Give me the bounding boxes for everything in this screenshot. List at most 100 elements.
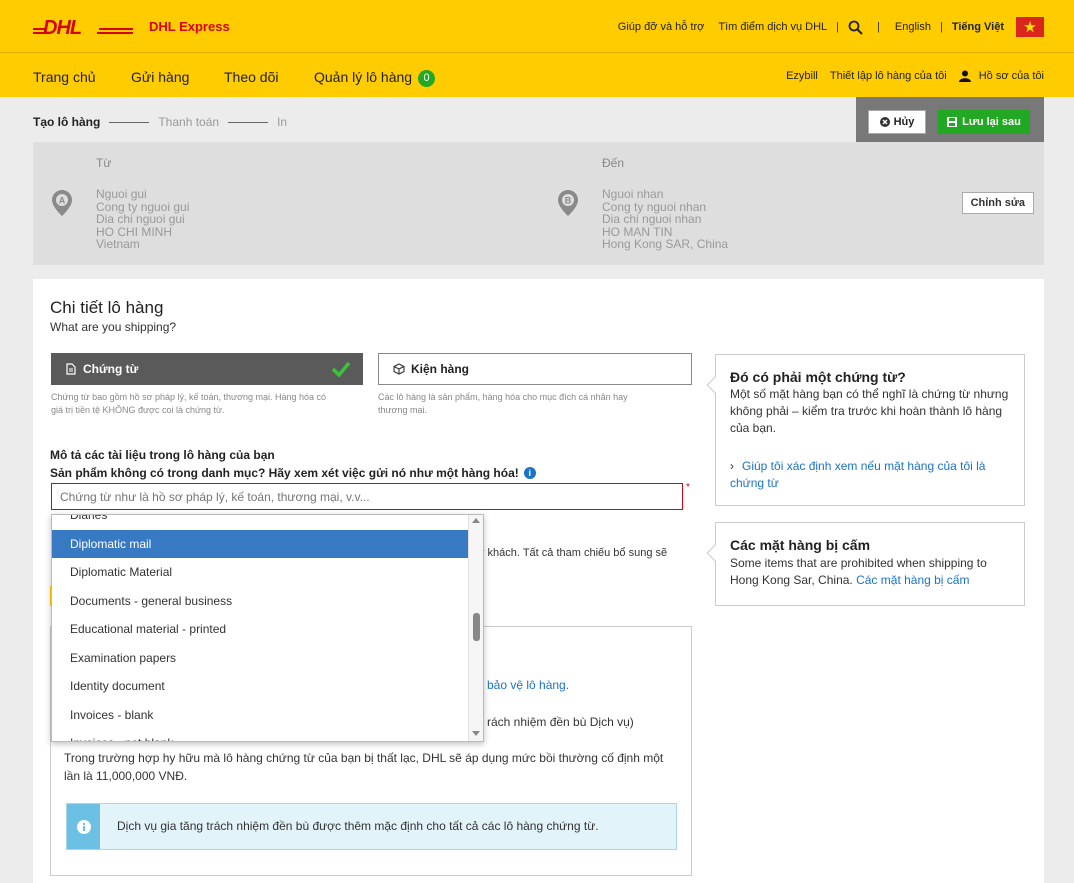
nav-home[interactable]: Trang chủ bbox=[33, 69, 96, 85]
chevron-right-icon: › bbox=[730, 459, 734, 473]
lang-vietnamese-link[interactable]: Tiếng Việt bbox=[952, 21, 1004, 33]
pin-b-icon: B bbox=[558, 190, 578, 216]
liability-text: rách nhiệm đền bù Dịch vụ) bbox=[487, 715, 634, 729]
vietnam-flag-icon bbox=[1016, 17, 1044, 37]
step-pay: Thanh toán bbox=[158, 115, 220, 129]
cancel-label: Hủy bbox=[893, 116, 915, 128]
dhl-logo[interactable]: DHL bbox=[33, 16, 135, 38]
step-divider bbox=[109, 121, 150, 123]
is-document-panel: Đó có phải một chứng từ? Một số mặt hàng… bbox=[706, 354, 1025, 506]
not-listed-label: Sản phẩm không có trong danh mục? Hãy xe… bbox=[50, 466, 536, 480]
describe-label: Mô tả các tài liệu trong lô hàng của bạn bbox=[50, 448, 275, 462]
package-icon bbox=[393, 363, 405, 375]
help-link-label: Giúp tôi xác định xem nếu mặt hàng của t… bbox=[730, 459, 986, 490]
close-icon bbox=[879, 117, 890, 127]
from-heading: Từ bbox=[96, 156, 112, 170]
is-document-help-link[interactable]: › Giúp tôi xác định xem nếu mặt hàng của … bbox=[730, 458, 1015, 492]
nav-manage-label: Quản lý lô hàng bbox=[314, 69, 413, 85]
svg-text:A: A bbox=[59, 196, 66, 206]
info-notice: Dịch vụ gia tăng trách nhiệm đền bù được… bbox=[66, 803, 677, 850]
dropdown-option[interactable]: Diplomatic Material bbox=[52, 558, 470, 587]
scrollbar-thumb[interactable] bbox=[473, 613, 480, 641]
from-address: Nguoi gui Cong ty nguoi gui Dia chi nguo… bbox=[96, 188, 189, 251]
package-description: Các lô hàng là sản phẩm, hàng hóa cho mụ… bbox=[378, 391, 628, 417]
top-bar: DHL DHL Express Giúp đỡ và hỗ trợ Tìm đi… bbox=[0, 0, 1074, 52]
documents-desc-line: Chứng từ bao gồm hồ sơ pháp lý, kế toán,… bbox=[51, 392, 327, 402]
step-divider bbox=[228, 121, 269, 123]
package-tile[interactable]: Kiện hàng bbox=[378, 353, 692, 385]
setup-link[interactable]: Thiết lập lô hàng của tôi bbox=[830, 70, 947, 82]
info-notice-icon bbox=[67, 804, 100, 849]
check-icon bbox=[331, 361, 351, 378]
step-create: Tạo lô hàng bbox=[33, 115, 101, 129]
svg-text:DHL: DHL bbox=[43, 17, 82, 38]
action-panel: Hủy Lưu lại sau bbox=[856, 97, 1044, 147]
scroll-down-arrow-icon[interactable] bbox=[472, 731, 480, 736]
package-label: Kiện hàng bbox=[411, 362, 470, 376]
ezybill-link[interactable]: Ezybill bbox=[786, 70, 818, 82]
dropdown-option[interactable]: Diaries bbox=[52, 515, 470, 530]
to-country: Hong Kong SAR, China bbox=[602, 237, 729, 251]
dropdown-option[interactable]: Examination papers bbox=[52, 644, 470, 673]
edit-address-button[interactable]: Chỉnh sửa bbox=[961, 192, 1034, 214]
document-description-input[interactable] bbox=[51, 483, 683, 510]
to-street: Dia chi nguoi nhan bbox=[602, 212, 702, 226]
from-country: Vietnam bbox=[96, 237, 140, 251]
main-nav: Trang chủ Gửi hàng Theo dõi Quản lý lô h… bbox=[0, 52, 1074, 97]
save-icon bbox=[947, 117, 958, 127]
svg-text:B: B bbox=[565, 196, 572, 206]
divider: | bbox=[939, 21, 943, 33]
to-name: Nguoi nhan bbox=[602, 187, 664, 201]
package-desc-line: thương mại. bbox=[378, 405, 427, 415]
documents-icon bbox=[66, 363, 76, 375]
help-link[interactable]: Giúp đỡ và hỗ trợ bbox=[618, 21, 705, 33]
dropdown-option[interactable]: Educational material - printed bbox=[52, 615, 470, 644]
info-notice-text: Dịch vụ gia tăng trách nhiệm đền bù được… bbox=[117, 819, 599, 833]
to-address: Nguoi nhan Cong ty nguoi nhan Dia chi ng… bbox=[602, 188, 728, 251]
search-icon[interactable] bbox=[848, 20, 863, 35]
scroll-up-arrow-icon[interactable] bbox=[472, 518, 480, 523]
prohibited-link[interactable]: Các mặt hàng bị cấm bbox=[856, 573, 969, 587]
cancel-button[interactable]: Hủy bbox=[868, 110, 926, 134]
documents-tile[interactable]: Chứng từ bbox=[51, 353, 363, 385]
lang-english-link[interactable]: English bbox=[895, 21, 931, 33]
dropdown-option[interactable]: Documents - general business bbox=[52, 587, 470, 616]
progress-steps: Tạo lô hàng Thanh toán In bbox=[33, 115, 287, 129]
manage-count-badge: 0 bbox=[418, 70, 436, 87]
document-type-dropdown[interactable]: Diaries Diplomatic mail Diplomatic Mater… bbox=[51, 514, 484, 742]
dropdown-option[interactable]: Invoices - not blank bbox=[52, 729, 470, 741]
is-document-text: Một số mặt hàng bạn có thể nghĩ là chứng… bbox=[730, 387, 1009, 435]
prohibited-title: Các mặt hàng bị cấm bbox=[730, 537, 871, 553]
user-icon bbox=[958, 70, 971, 82]
required-asterisk: * bbox=[686, 482, 690, 493]
save-label: Lưu lại sau bbox=[962, 116, 1021, 128]
dropdown-option[interactable]: Invoices - blank bbox=[52, 701, 470, 730]
nav-track[interactable]: Theo dõi bbox=[224, 69, 278, 85]
section-subtitle: What are you shipping? bbox=[50, 320, 177, 334]
dropdown-list: Diaries Diplomatic mail Diplomatic Mater… bbox=[52, 515, 470, 741]
not-listed-text: Sản phẩm không có trong danh mục? Hãy xe… bbox=[50, 466, 519, 480]
step-print: In bbox=[277, 115, 288, 129]
nav-send[interactable]: Gửi hàng bbox=[131, 69, 189, 85]
dropdown-scrollbar[interactable] bbox=[468, 515, 483, 741]
documents-description: Chứng từ bao gồm hồ sơ pháp lý, kế toán,… bbox=[51, 391, 326, 417]
profile-label: Hồ sơ của tôi bbox=[978, 70, 1044, 82]
find-service-link[interactable]: Tìm điểm dịch vụ DHL bbox=[718, 21, 827, 33]
dropdown-option-selected[interactable]: Diplomatic mail bbox=[52, 529, 470, 558]
is-document-title: Đó có phải một chứng từ? bbox=[730, 369, 906, 385]
info-icon[interactable]: i bbox=[523, 467, 536, 479]
save-later-button[interactable]: Lưu lại sau bbox=[938, 110, 1030, 134]
divider: | bbox=[836, 21, 840, 33]
prohibited-text: Some items that are prohibited when ship… bbox=[730, 555, 1015, 589]
reference-text: ý khách. Tất cả tham chiếu bổ sung sẽ bbox=[479, 547, 668, 559]
dropdown-option[interactable]: Identity document bbox=[52, 672, 470, 701]
compensation-text: Trong trường hợp hy hữu mà lô hàng chứng… bbox=[64, 751, 664, 783]
divider: | bbox=[877, 21, 880, 33]
profile-link[interactable]: Hồ sơ của tôi bbox=[958, 70, 1044, 82]
section-title: Chi tiết lô hàng bbox=[50, 298, 164, 317]
nav-manage[interactable]: Quản lý lô hàng 0 bbox=[314, 69, 436, 87]
prohibited-items-panel: Các mặt hàng bị cấm Some items that are … bbox=[706, 522, 1025, 606]
documents-desc-line: giá trị tiền tệ KHÔNG được coi là chứng … bbox=[51, 405, 225, 415]
pin-a-icon: A bbox=[52, 190, 72, 216]
protect-shipment-link[interactable]: bảo vệ lô hàng. bbox=[487, 678, 569, 692]
